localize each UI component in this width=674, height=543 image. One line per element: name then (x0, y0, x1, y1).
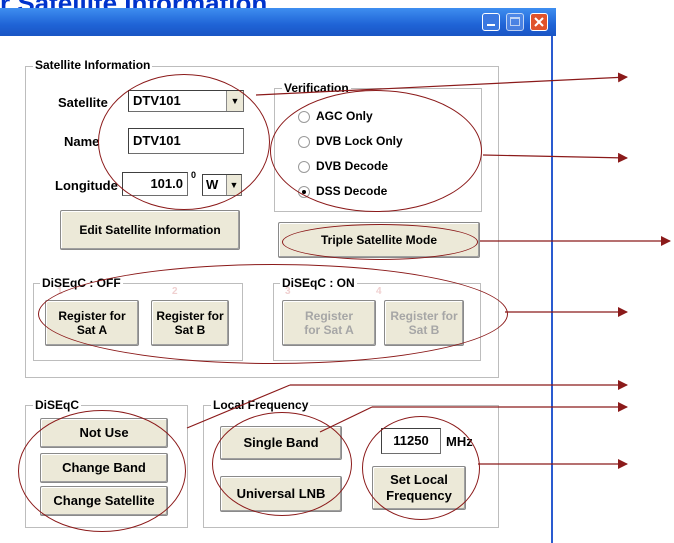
annotation-arrow-5 (186, 384, 291, 429)
annotation-arrows (186, 72, 671, 469)
annotation-arrow-1 (255, 72, 628, 96)
annotation-arrow-6 (319, 406, 373, 433)
annotation-arrow-2 (482, 152, 628, 163)
